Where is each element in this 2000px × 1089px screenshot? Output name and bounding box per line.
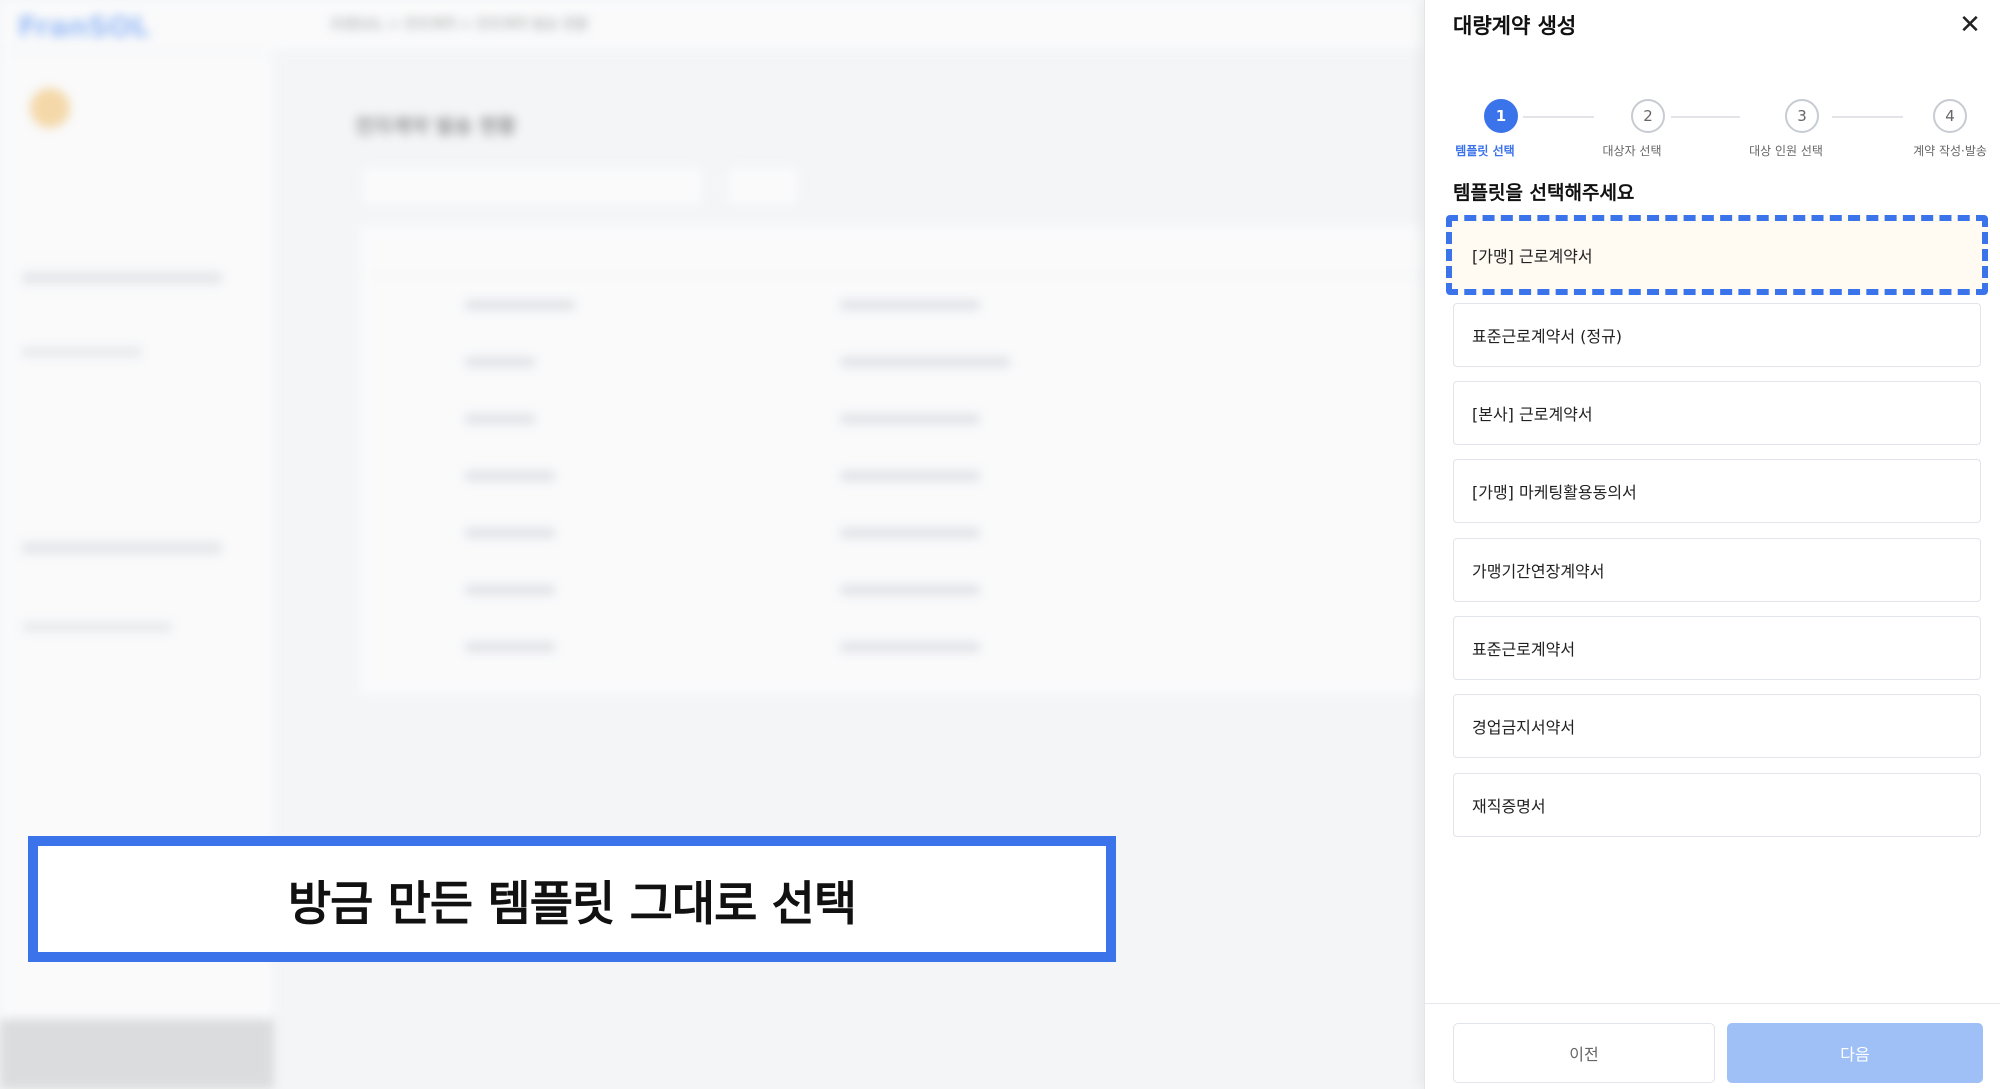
- template-item[interactable]: 재직증명서: [1453, 773, 1981, 837]
- table-cell: [840, 585, 980, 595]
- template-item[interactable]: [본사] 근로계약서: [1453, 381, 1981, 445]
- next-button[interactable]: 다음: [1727, 1023, 1983, 1083]
- search-button[interactable]: [725, 165, 800, 207]
- table-cell: [840, 642, 980, 652]
- avatar: [30, 88, 70, 128]
- contracts-table: [360, 225, 1424, 695]
- app-logo: FranSOL: [18, 10, 150, 43]
- table-cell: [840, 357, 1010, 367]
- panel-title: 대량계약 생성: [1453, 14, 1577, 38]
- step-connector: [1832, 116, 1903, 118]
- step-connector: [1523, 116, 1594, 118]
- step-4-label: 계약 작성·발송: [1913, 144, 1987, 158]
- table-cell: [465, 300, 575, 310]
- callout-text: 방금 만든 템플릿 그대로 선택: [287, 876, 857, 932]
- sidebar-placeholder: [22, 272, 222, 284]
- step-3-label: 대상 인원 선택: [1749, 144, 1823, 158]
- annotation-callout: 방금 만든 템플릿 그대로 선택: [28, 836, 1116, 962]
- bulk-contract-panel: 대량계약 생성 ✕ 1 2 3 4 템플릿 선택 대상자 선택 대상 인원 선택…: [1424, 0, 2000, 1089]
- template-item-selected[interactable]: [가맹] 근로계약서: [1446, 215, 1988, 295]
- prev-button[interactable]: 이전: [1453, 1023, 1715, 1083]
- table-cell: [465, 357, 535, 367]
- table-cell: [465, 642, 555, 652]
- table-row: [360, 275, 1424, 276]
- step-1-label: 템플릿 선택: [1455, 144, 1515, 158]
- sidebar-placeholder: [22, 542, 222, 554]
- table-cell: [840, 300, 980, 310]
- table-cell: [465, 471, 555, 481]
- table-cell: [840, 471, 980, 481]
- step-4-circle: 4: [1933, 99, 1967, 133]
- table-cell: [465, 528, 555, 538]
- manual-button[interactable]: [0, 1019, 274, 1089]
- table-cell: [840, 528, 980, 538]
- template-item[interactable]: 가맹기간연장계약서: [1453, 538, 1981, 602]
- section-heading: 템플릿을 선택해주세요: [1453, 182, 1635, 204]
- template-item[interactable]: [가맹] 마케팅활용동의서: [1453, 459, 1981, 523]
- sidebar-placeholder: [22, 622, 172, 632]
- page-title: 전자계약 발송 현황: [355, 114, 517, 138]
- table-cell: [465, 414, 535, 424]
- breadcrumb: 프랜SOL > 전자계약 > 전자계약 발송 현황: [330, 17, 589, 33]
- table-cell: [840, 414, 980, 424]
- template-item[interactable]: 표준근로계약서 (정규): [1453, 303, 1981, 367]
- close-icon[interactable]: ✕: [1955, 10, 1985, 40]
- table-cell: [465, 585, 555, 595]
- step-connector: [1671, 116, 1740, 118]
- step-3-circle: 3: [1785, 99, 1819, 133]
- template-item[interactable]: 경업금지서약서: [1453, 694, 1981, 758]
- sidebar-placeholder: [22, 347, 142, 357]
- panel-footer: 이전 다음: [1425, 1003, 2000, 1089]
- step-2-label: 대상자 선택: [1602, 144, 1662, 158]
- stepper: 1 2 3 4 템플릿 선택 대상자 선택 대상 인원 선택 계약 작성·발송: [1425, 85, 2000, 158]
- top-bar: FranSOL 프랜SOL > 전자계약 > 전자계약 발송 현황: [0, 0, 1424, 52]
- step-2-circle: 2: [1631, 99, 1665, 133]
- template-item[interactable]: 표준근로계약서: [1453, 616, 1981, 680]
- search-input[interactable]: [360, 165, 705, 207]
- step-1-circle: 1: [1484, 99, 1518, 133]
